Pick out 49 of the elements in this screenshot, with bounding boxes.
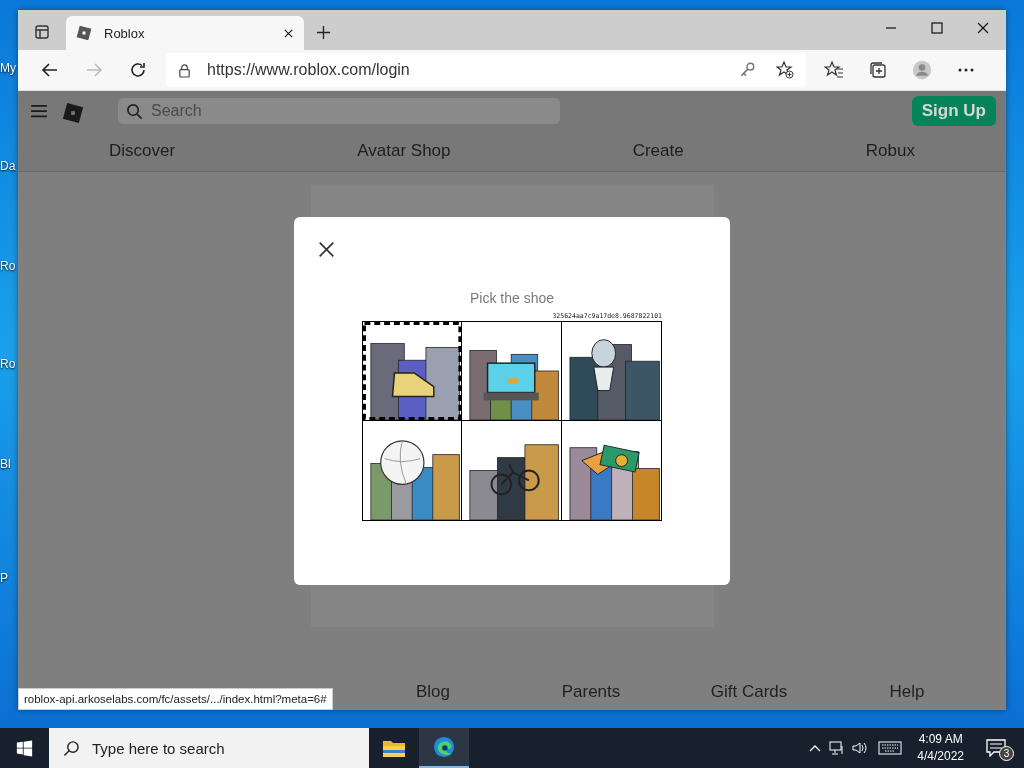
add-favorite-icon[interactable]: [776, 61, 794, 79]
close-icon[interactable]: [318, 241, 335, 258]
favorites-icon[interactable]: [824, 60, 844, 80]
lock-icon: [178, 62, 191, 78]
taskbar-search-bar[interactable]: Type here to search: [49, 728, 369, 768]
volume-icon[interactable]: [851, 740, 868, 756]
notification-count-badge: 3: [999, 746, 1014, 761]
footer-link[interactable]: Parents: [561, 682, 621, 702]
nav-link[interactable]: Create: [632, 141, 684, 161]
collections-icon[interactable]: [868, 60, 888, 80]
footer-link[interactable]: Blog: [416, 682, 450, 702]
desktop-icon-label[interactable]: Da: [0, 159, 16, 173]
close-icon[interactable]: [283, 27, 294, 39]
key-icon[interactable]: [738, 61, 756, 79]
desktop-icon-label[interactable]: P: [0, 571, 8, 585]
nav-link[interactable]: Avatar Shop: [357, 141, 451, 161]
desktop-icon-label[interactable]: My: [0, 61, 16, 75]
notification-icon[interactable]: [986, 739, 1006, 757]
roblox-logo-icon[interactable]: [62, 102, 84, 124]
search-icon: [63, 739, 80, 757]
search-field[interactable]: Search: [151, 99, 552, 123]
network-icon[interactable]: [829, 740, 846, 756]
desktop-icon-label[interactable]: Ro: [0, 357, 16, 371]
footer-link[interactable]: Gift Cards: [710, 682, 788, 702]
nav-link[interactable]: Robux: [865, 141, 915, 161]
search-bar[interactable]: Search: [118, 98, 560, 124]
windows-start-icon[interactable]: [16, 739, 33, 757]
profile-icon[interactable]: [912, 60, 932, 80]
close-icon[interactable]: [977, 22, 989, 34]
captcha-prompt: Pick the shoe: [468, 290, 556, 306]
clock[interactable]: 4:09 AM 4/4/2022: [917, 731, 964, 765]
menu-icon[interactable]: [30, 104, 48, 118]
search-icon: [126, 102, 143, 120]
keyboard-icon[interactable]: [878, 740, 903, 756]
status-url-tooltip: roblox-api.arkoselabs.com/fc/assets/.../index.html?meta=6#: [18, 688, 333, 710]
edge-browser-icon[interactable]: [432, 736, 456, 758]
desktop-icon-label[interactable]: Bl: [0, 457, 11, 471]
address-bar[interactable]: https://www.roblox.com/login: [166, 53, 806, 87]
desktop-icon-label[interactable]: Ro: [0, 259, 16, 273]
footer-link[interactable]: Help: [889, 682, 925, 702]
taskbar-search-field[interactable]: Type here to search: [90, 738, 364, 758]
nav-link[interactable]: Discover: [109, 141, 176, 161]
tab-actions-icon[interactable]: [34, 24, 50, 40]
sign-up-button[interactable]: Sign Up: [911, 96, 996, 126]
refresh-icon[interactable]: [128, 60, 148, 80]
maximize-icon[interactable]: [931, 22, 943, 34]
new-tab-icon[interactable]: [316, 25, 331, 40]
roblox-logo-icon: [76, 25, 92, 41]
browser-tab[interactable]: Roblox: [66, 16, 304, 50]
